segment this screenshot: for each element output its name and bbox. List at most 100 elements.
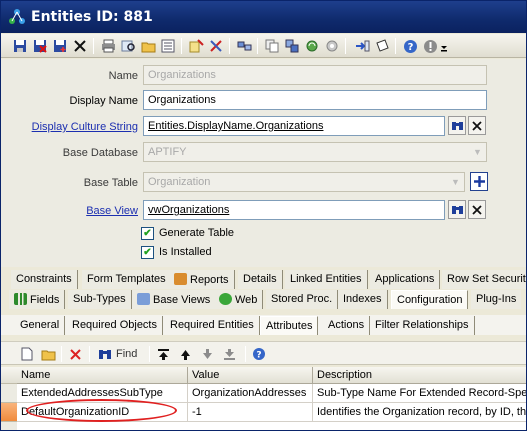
base-view-link[interactable]: Base View xyxy=(86,205,138,217)
grid-corner xyxy=(1,367,17,384)
toolbar-separator xyxy=(229,38,230,54)
name-label: Name xyxy=(108,70,138,82)
table-cell-name[interactable]: DefaultOrganizationID xyxy=(17,403,188,422)
tab-required-entities[interactable]: Required Entities xyxy=(165,316,260,335)
base-database-value: APTIFY xyxy=(148,146,187,158)
tab-row-set-security[interactable]: Row Set Security xyxy=(442,270,526,289)
merge-icon[interactable] xyxy=(283,37,301,55)
tab-filter-relationships[interactable]: Filter Relationships xyxy=(370,316,475,335)
settings-icon[interactable] xyxy=(323,37,341,55)
column-header-name[interactable]: Name xyxy=(17,367,188,384)
svg-text:?: ? xyxy=(407,42,413,53)
tab-attributes[interactable]: Attributes xyxy=(260,316,319,335)
table-cell-value[interactable]: OrganizationAddresses xyxy=(188,384,313,403)
tab-indexes[interactable]: Indexes xyxy=(338,290,388,309)
table-cell-description[interactable]: Identifies the Organization record, by I… xyxy=(313,403,526,422)
clear-icon[interactable] xyxy=(468,116,486,135)
tab-configuration[interactable]: Configuration xyxy=(391,290,469,309)
tab-row-1: Constraints Form Templates Reports Detai… xyxy=(1,269,526,289)
layout-icon[interactable] xyxy=(235,37,253,55)
entity-form: Name Organizations Display Name Organiza… xyxy=(1,59,526,267)
tab-applications[interactable]: Applications xyxy=(370,270,441,289)
globe-icon xyxy=(219,293,232,305)
save-close-icon[interactable] xyxy=(31,37,49,55)
toolbar-separator xyxy=(257,38,258,54)
open-folder-icon[interactable] xyxy=(41,345,56,363)
tab-general[interactable]: General xyxy=(15,316,66,335)
main-toolbar: ? xyxy=(1,34,526,58)
export-icon[interactable] xyxy=(353,37,371,55)
tab-web[interactable]: Web xyxy=(214,290,264,309)
tab-sub-types[interactable]: Sub-Types xyxy=(68,290,132,309)
overflow-icon[interactable] xyxy=(439,37,449,55)
base-database-combo[interactable]: APTIFY ▼ xyxy=(143,142,487,162)
column-header-description[interactable]: Description xyxy=(313,367,526,384)
help-icon[interactable]: ? xyxy=(252,345,266,363)
display-culture-string-field[interactable]: Entities.DisplayName.Organizations xyxy=(143,116,445,136)
row-header-selected[interactable] xyxy=(1,403,17,422)
window-title: Entities ID: 881 xyxy=(31,9,153,25)
binoculars-icon[interactable] xyxy=(448,116,466,135)
table-cell-value[interactable]: -1 xyxy=(188,403,313,422)
tab-fields-label: Fields xyxy=(30,294,60,306)
grid-toolbar: Find ? xyxy=(1,341,526,365)
tab-reports-label: Reports xyxy=(190,274,229,286)
search-icon[interactable] xyxy=(119,37,137,55)
display-culture-string-link[interactable]: Display Culture String xyxy=(32,121,138,133)
tools-icon[interactable] xyxy=(207,37,225,55)
display-name-field[interactable]: Organizations xyxy=(143,90,487,110)
base-table-combo[interactable]: Organization ▼ xyxy=(143,172,465,192)
generate-table-checkbox[interactable]: ✔ xyxy=(141,227,154,240)
toolbar-separator xyxy=(61,346,62,362)
clear-icon[interactable] xyxy=(468,200,486,219)
delete-icon[interactable] xyxy=(69,345,82,363)
move-down-icon[interactable] xyxy=(201,345,214,363)
column-header-value[interactable]: Value xyxy=(188,367,313,384)
app-icon xyxy=(9,9,25,24)
move-top-icon[interactable] xyxy=(157,345,170,363)
toolbar-separator xyxy=(93,38,94,54)
refresh-icon[interactable] xyxy=(303,37,321,55)
print-icon[interactable] xyxy=(99,37,117,55)
tab-required-objects[interactable]: Required Objects xyxy=(67,316,163,335)
tab-details[interactable]: Details xyxy=(238,270,283,289)
tab-reports[interactable]: Reports xyxy=(169,270,235,289)
svg-text:?: ? xyxy=(256,351,261,361)
wizard-icon[interactable] xyxy=(187,37,205,55)
note-icon[interactable] xyxy=(373,37,391,55)
base-view-field[interactable]: vwOrganizations xyxy=(143,200,445,220)
is-installed-checkbox[interactable]: ✔ xyxy=(141,246,154,259)
name-field[interactable]: Organizations xyxy=(143,65,487,85)
tab-linked-entities[interactable]: Linked Entities xyxy=(285,270,368,289)
tab-plug-ins[interactable]: Plug-Ins xyxy=(471,290,522,309)
chevron-down-icon[interactable]: ▼ xyxy=(469,143,486,161)
binoculars-icon[interactable] xyxy=(448,200,466,219)
toolbar-separator xyxy=(149,346,150,362)
tab-stored-proc[interactable]: Stored Proc. xyxy=(266,290,339,309)
help-icon[interactable]: ? xyxy=(401,37,419,55)
tab-web-label: Web xyxy=(235,294,258,306)
save-new-icon[interactable] xyxy=(51,37,69,55)
tab-fields[interactable]: Fields xyxy=(9,290,66,309)
table-cell-description[interactable]: Sub-Type Name For Extended Record-Specif… xyxy=(313,384,526,403)
move-bottom-icon[interactable] xyxy=(223,345,236,363)
copy-icon[interactable] xyxy=(263,37,281,55)
save-icon[interactable] xyxy=(11,37,29,55)
add-icon[interactable] xyxy=(470,172,488,191)
list-icon[interactable] xyxy=(159,37,177,55)
tab-base-views[interactable]: Base Views xyxy=(132,290,217,309)
move-up-icon[interactable] xyxy=(179,345,192,363)
open-folder-icon[interactable] xyxy=(139,37,157,55)
delete-icon[interactable] xyxy=(71,37,89,55)
find-button[interactable]: Find xyxy=(98,345,137,363)
tab-constraints[interactable]: Constraints xyxy=(11,270,78,289)
row-header[interactable] xyxy=(1,384,17,403)
new-record-icon[interactable] xyxy=(21,345,34,363)
chevron-down-icon[interactable]: ▼ xyxy=(447,173,464,191)
toolbar-separator xyxy=(345,38,346,54)
table-cell-name[interactable]: ExtendedAddressesSubType xyxy=(17,384,188,403)
info-icon[interactable] xyxy=(421,37,439,55)
tab-actions[interactable]: Actions xyxy=(323,316,371,335)
tab-form-templates[interactable]: Form Templates xyxy=(82,270,172,289)
reports-icon xyxy=(174,273,187,285)
